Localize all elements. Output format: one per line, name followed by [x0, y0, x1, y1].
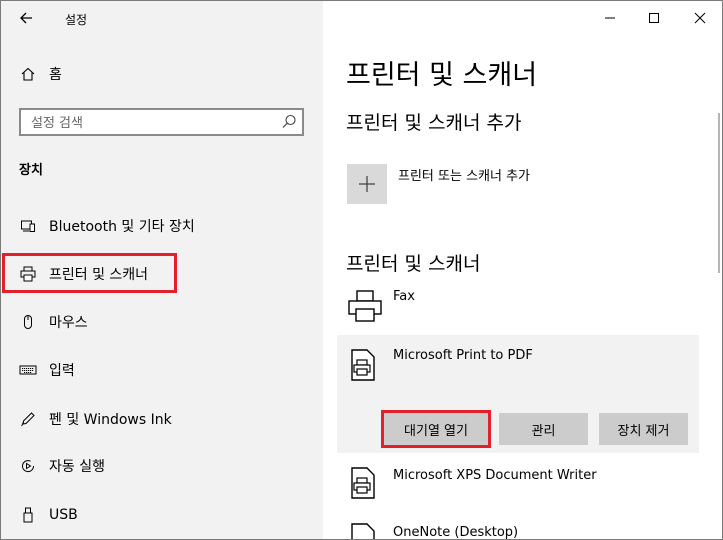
back-button[interactable]: [13, 5, 39, 31]
sidebar-item-label: 입력: [49, 363, 75, 379]
usb-icon: [17, 504, 39, 526]
add-printer-button[interactable]: [347, 164, 387, 204]
scrollbar[interactable]: [718, 113, 720, 273]
maximize-icon: [649, 13, 659, 23]
back-arrow-icon: [20, 12, 32, 24]
close-button[interactable]: [689, 7, 711, 29]
add-section-title: 프린터 및 스캐너 추가: [346, 112, 522, 134]
bluetooth-devices-icon: [17, 215, 39, 237]
search-box[interactable]: [19, 108, 304, 136]
open-queue-button[interactable]: 대기열 열기: [384, 413, 488, 445]
mouse-icon: [17, 311, 39, 333]
remove-device-button[interactable]: 장치 제거: [599, 413, 688, 445]
minimize-icon: [605, 17, 615, 19]
selection-highlight: [2, 253, 177, 293]
sidebar-item-pen[interactable]: 펜 및 Windows Ink: [17, 399, 172, 439]
sidebar-item-label: USB: [49, 507, 78, 523]
keyboard-icon: [17, 359, 39, 381]
home-label: 홈: [49, 67, 62, 83]
printer-item-fax[interactable]: Fax: [337, 289, 699, 341]
sidebar-item-label: 펜 및 Windows Ink: [49, 412, 172, 428]
home-icon: [17, 63, 39, 85]
sidebar-item-autoplay[interactable]: 자동 실행: [17, 446, 105, 486]
sidebar-item-label: 자동 실행: [49, 459, 105, 475]
sidebar-item-usb[interactable]: USB: [17, 495, 78, 535]
search-icon[interactable]: [280, 113, 298, 131]
printer-name: Fax: [393, 289, 415, 304]
printer-item-onenote[interactable]: OneNote (Desktop): [337, 521, 699, 539]
sidebar-item-label: Bluetooth 및 기타 장치: [49, 219, 195, 235]
sidebar-item-label: 마우스: [49, 315, 88, 331]
section-label-devices: 장치: [19, 163, 43, 178]
maximize-button[interactable]: [643, 7, 665, 29]
autoplay-icon: [17, 455, 39, 477]
sidebar-item-mouse[interactable]: 마우스: [17, 302, 88, 342]
app-title: 설정: [65, 13, 88, 27]
pdf-printer-icon: [349, 349, 377, 381]
search-input[interactable]: [29, 112, 273, 134]
close-icon: [694, 12, 706, 24]
manage-button[interactable]: 관리: [499, 413, 588, 445]
printer-name: Microsoft XPS Document Writer: [393, 468, 597, 483]
printer-name: Microsoft Print to PDF: [393, 348, 533, 363]
sidebar: 설정 홈 장치 Bluetooth 및 기타 장치 프린터 및 스캐너: [1, 1, 323, 539]
pen-icon: [17, 408, 39, 430]
page-title: 프린터 및 스캐너: [346, 60, 538, 91]
xps-printer-icon: [349, 467, 385, 503]
fax-icon: [347, 289, 383, 325]
add-printer-label[interactable]: 프린터 또는 스캐너 추가: [398, 165, 530, 184]
minimize-button[interactable]: [599, 7, 621, 29]
printer-item-xps[interactable]: Microsoft XPS Document Writer: [337, 467, 699, 519]
printer-list-title: 프린터 및 스캐너: [346, 253, 481, 275]
sidebar-item-bluetooth[interactable]: Bluetooth 및 기타 장치: [17, 206, 195, 246]
main-content: 프린터 및 스캐너 프린터 및 스캐너 추가 프린터 또는 스캐너 추가 프린터…: [323, 1, 722, 539]
home-link[interactable]: 홈: [17, 54, 62, 94]
sidebar-item-typing[interactable]: 입력: [17, 350, 75, 390]
printer-name: OneNote (Desktop): [393, 525, 519, 539]
onenote-printer-icon: [349, 523, 385, 539]
plus-icon: [359, 176, 375, 192]
settings-window: 설정 홈 장치 Bluetooth 및 기타 장치 프린터 및 스캐너: [0, 0, 723, 540]
